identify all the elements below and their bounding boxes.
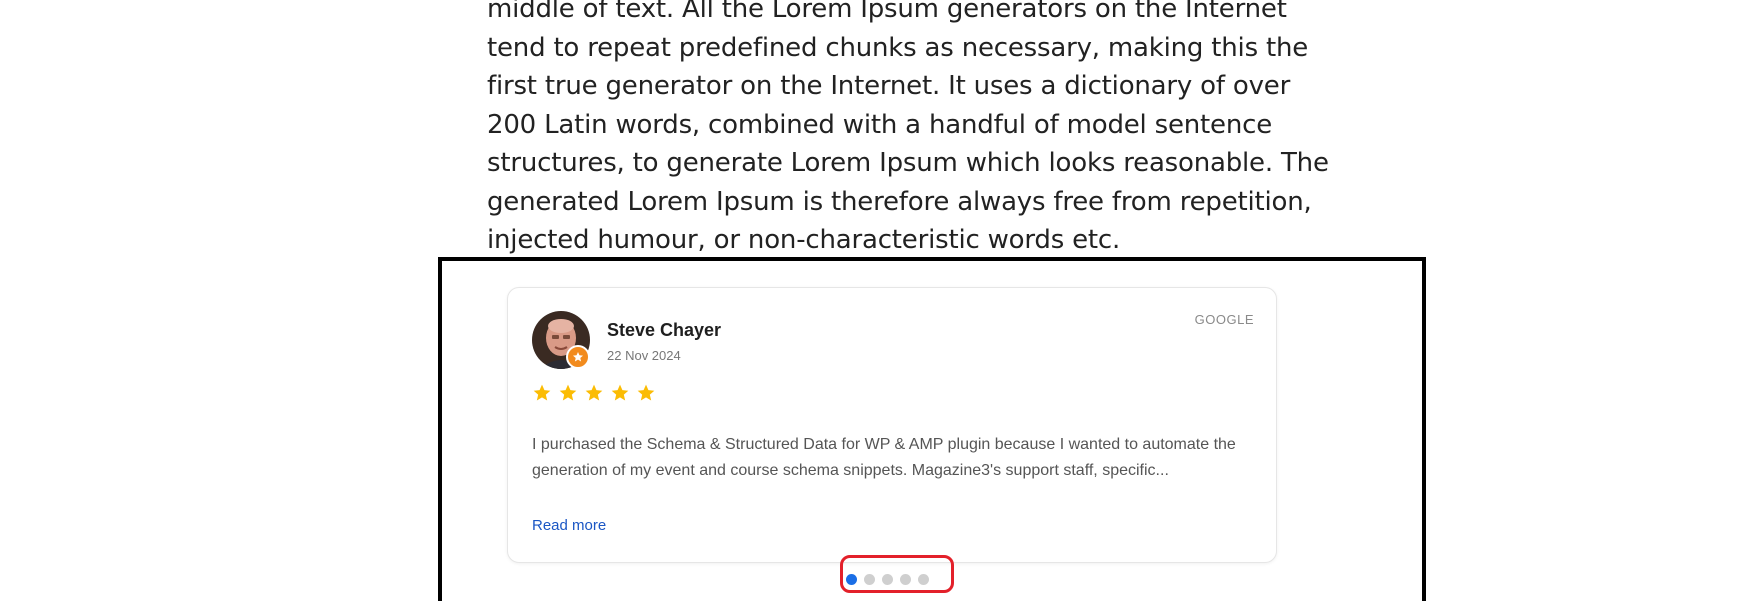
- review-text: I purchased the Schema & Structured Data…: [532, 432, 1262, 484]
- article-paragraph: middle of text. All the Lorem Ipsum gene…: [487, 0, 1329, 260]
- reviewer-name: Steve Chayer: [607, 320, 722, 340]
- carousel-dot-3[interactable]: [882, 574, 893, 585]
- review-text-line: I purchased the Schema & Structured Data…: [532, 436, 1236, 453]
- review-date: 22 Nov 2024: [607, 348, 681, 363]
- carousel-dot-1[interactable]: [846, 574, 857, 585]
- article-line: injected humour, or non-characteristic w…: [487, 225, 1121, 255]
- carousel-dot-2[interactable]: [864, 574, 875, 585]
- star-icon: [533, 384, 551, 401]
- article-line: tend to repeat predefined chunks as nece…: [487, 32, 1309, 63]
- carousel-dot-4[interactable]: [900, 574, 911, 585]
- carousel-dot-5[interactable]: [918, 574, 929, 585]
- star-icon: [559, 384, 577, 401]
- article-line: structures, to generate Lorem Ipsum whic…: [487, 148, 1329, 178]
- star-icon: [611, 384, 629, 401]
- review-text-line: generation of my event and course schema…: [532, 462, 1169, 479]
- star-badge-icon: [566, 345, 590, 369]
- article-line: first true generator on the Internet. It…: [487, 71, 1291, 101]
- read-more-link[interactable]: Read more: [532, 517, 606, 534]
- star-icon: [585, 384, 603, 401]
- article-line: 200 Latin words, combined with a handful…: [487, 109, 1273, 140]
- article-line: middle of text. All the Lorem Ipsum gene…: [487, 0, 1287, 24]
- reviewer-avatar: [532, 311, 590, 369]
- star-rating: [532, 383, 656, 403]
- article-line: generated Lorem Ipsum is therefore alway…: [487, 186, 1312, 217]
- carousel-pagination: [846, 574, 929, 585]
- page: middle of text. All the Lorem Ipsum gene…: [0, 0, 1760, 601]
- review-source-label: GOOGLE: [1194, 312, 1254, 327]
- review-card: Steve Chayer 22 Nov 2024 GOOGLE I purcha…: [507, 287, 1277, 563]
- star-icon: [637, 384, 655, 401]
